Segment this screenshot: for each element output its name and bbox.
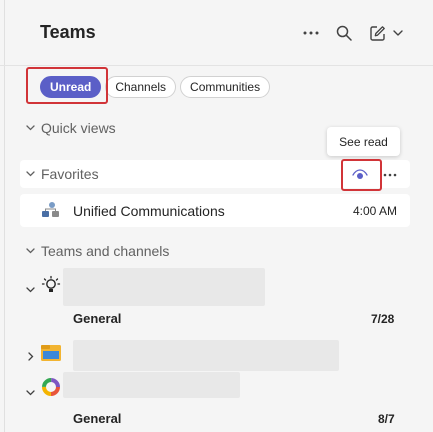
compose-icon[interactable] — [366, 22, 388, 44]
team-name-redacted — [63, 268, 265, 306]
team-expand-chevron-icon[interactable] — [26, 383, 35, 401]
chevron-down-icon[interactable] — [388, 22, 408, 44]
team-collapse-chevron-icon[interactable] — [28, 348, 34, 366]
section-favorites[interactable]: Favorites — [26, 164, 99, 184]
chevron-down-icon — [26, 171, 36, 177]
section-quick-views[interactable]: Quick views — [26, 118, 116, 138]
see-read-eye-icon[interactable] — [350, 167, 370, 183]
unread-count: 8/7 — [378, 412, 395, 426]
chevron-down-icon — [26, 248, 36, 254]
filter-channels[interactable]: Channels — [105, 76, 177, 98]
tooltip-see-read: See read — [327, 127, 400, 156]
lightbulb-icon — [41, 275, 61, 300]
chat-name: Unified Communications — [73, 203, 225, 219]
chat-time: 4:00 AM — [352, 204, 397, 218]
team-name-redacted — [73, 340, 339, 371]
chevron-down-icon — [26, 125, 36, 131]
favorite-chat-row[interactable]: Unified Communications 4:00 AM — [20, 194, 410, 227]
page-title: Teams — [40, 22, 96, 42]
section-label: Teams and channels — [41, 243, 170, 259]
team-expand-chevron-icon[interactable] — [26, 280, 35, 298]
teams-header: Teams — [0, 0, 433, 66]
team-name-redacted — [63, 372, 240, 398]
channel-name[interactable]: General — [73, 311, 121, 326]
ring-icon — [41, 377, 61, 402]
section-label: Quick views — [41, 120, 116, 136]
filter-unread[interactable]: Unread — [40, 76, 102, 98]
more-options-icon[interactable] — [300, 22, 322, 44]
filter-communities[interactable]: Communities — [180, 76, 271, 98]
favorites-more-icon[interactable] — [382, 167, 398, 183]
filter-pills: Unread Channels Communities — [26, 72, 271, 102]
channel-name[interactable]: General — [73, 411, 121, 426]
section-label: Favorites — [41, 166, 99, 182]
unread-count: 7/28 — [371, 312, 395, 326]
group-chat-icon — [40, 201, 62, 224]
folder-icon — [40, 342, 62, 367]
search-icon[interactable] — [333, 22, 355, 44]
section-teams-and-channels[interactable]: Teams and channels — [26, 241, 169, 261]
